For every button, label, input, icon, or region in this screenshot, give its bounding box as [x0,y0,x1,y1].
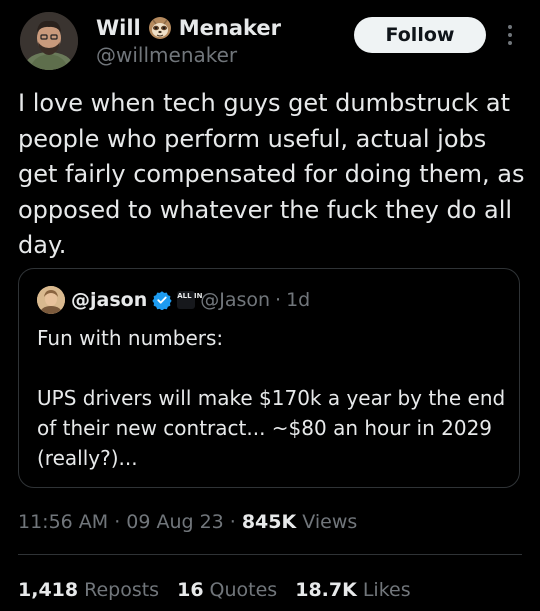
quoted-author-name[interactable]: @jason [71,289,147,311]
views-label: Views [302,511,358,533]
likes-stat[interactable]: 18.7K Likes [295,579,410,601]
avatar-image [20,12,78,70]
meta-separator: · [114,511,121,533]
verified-badge-icon [152,290,172,310]
tweet-meta: 11:56 AM · 09 Aug 23 · 845K Views [18,508,357,536]
quoted-avatar-image [37,286,65,314]
quoted-tweet[interactable]: @jason ALL IN @Jason · 1d Fun with numbe… [18,268,520,488]
engagement-stats: 1,418 Reposts 16 Quotes 18.7K Likes [18,576,429,604]
reposts-label: Reposts [84,579,160,601]
quoted-header: @jason ALL IN @Jason · 1d [71,286,310,314]
sloth-emoji-icon [147,15,173,41]
quotes-stat[interactable]: 16 Quotes [177,579,277,601]
more-options-icon[interactable] [503,23,517,47]
likes-label: Likes [362,579,411,601]
affiliate-badge-icon: ALL IN [177,291,202,309]
quoted-author-handle[interactable]: @Jason [200,289,270,311]
quoted-text: Fun with numbers: UPS drivers will make … [37,326,506,470]
quoted-time[interactable]: 1d [286,289,310,311]
author-name-last: Menaker [178,16,282,40]
views-stat[interactable]: 845K Views [242,511,357,533]
tweet-time[interactable]: 11:56 AM [18,511,108,533]
reposts-stat[interactable]: 1,418 Reposts [18,579,159,601]
likes-count: 18.7K [295,579,357,601]
meta-separator: · [229,511,236,533]
quoted-separator: · [275,289,282,311]
tweet-header: Will Menaker @willmenaker Follow [0,0,540,80]
author-avatar[interactable] [20,12,78,70]
reposts-count: 1,418 [18,579,79,601]
quotes-count: 16 [177,579,204,601]
quotes-label: Quotes [209,579,278,601]
author-handle[interactable]: @willmenaker [96,43,237,67]
author-name-first: Will [96,16,141,40]
follow-button[interactable]: Follow [354,17,486,53]
author-name[interactable]: Will Menaker [96,14,281,42]
divider [18,554,522,555]
quoted-author-avatar[interactable] [37,286,65,314]
tweet-date[interactable]: 09 Aug 23 [126,511,224,533]
views-count: 845K [241,511,297,533]
tweet-text: I love when tech guys get dumbstruck at … [18,89,525,259]
